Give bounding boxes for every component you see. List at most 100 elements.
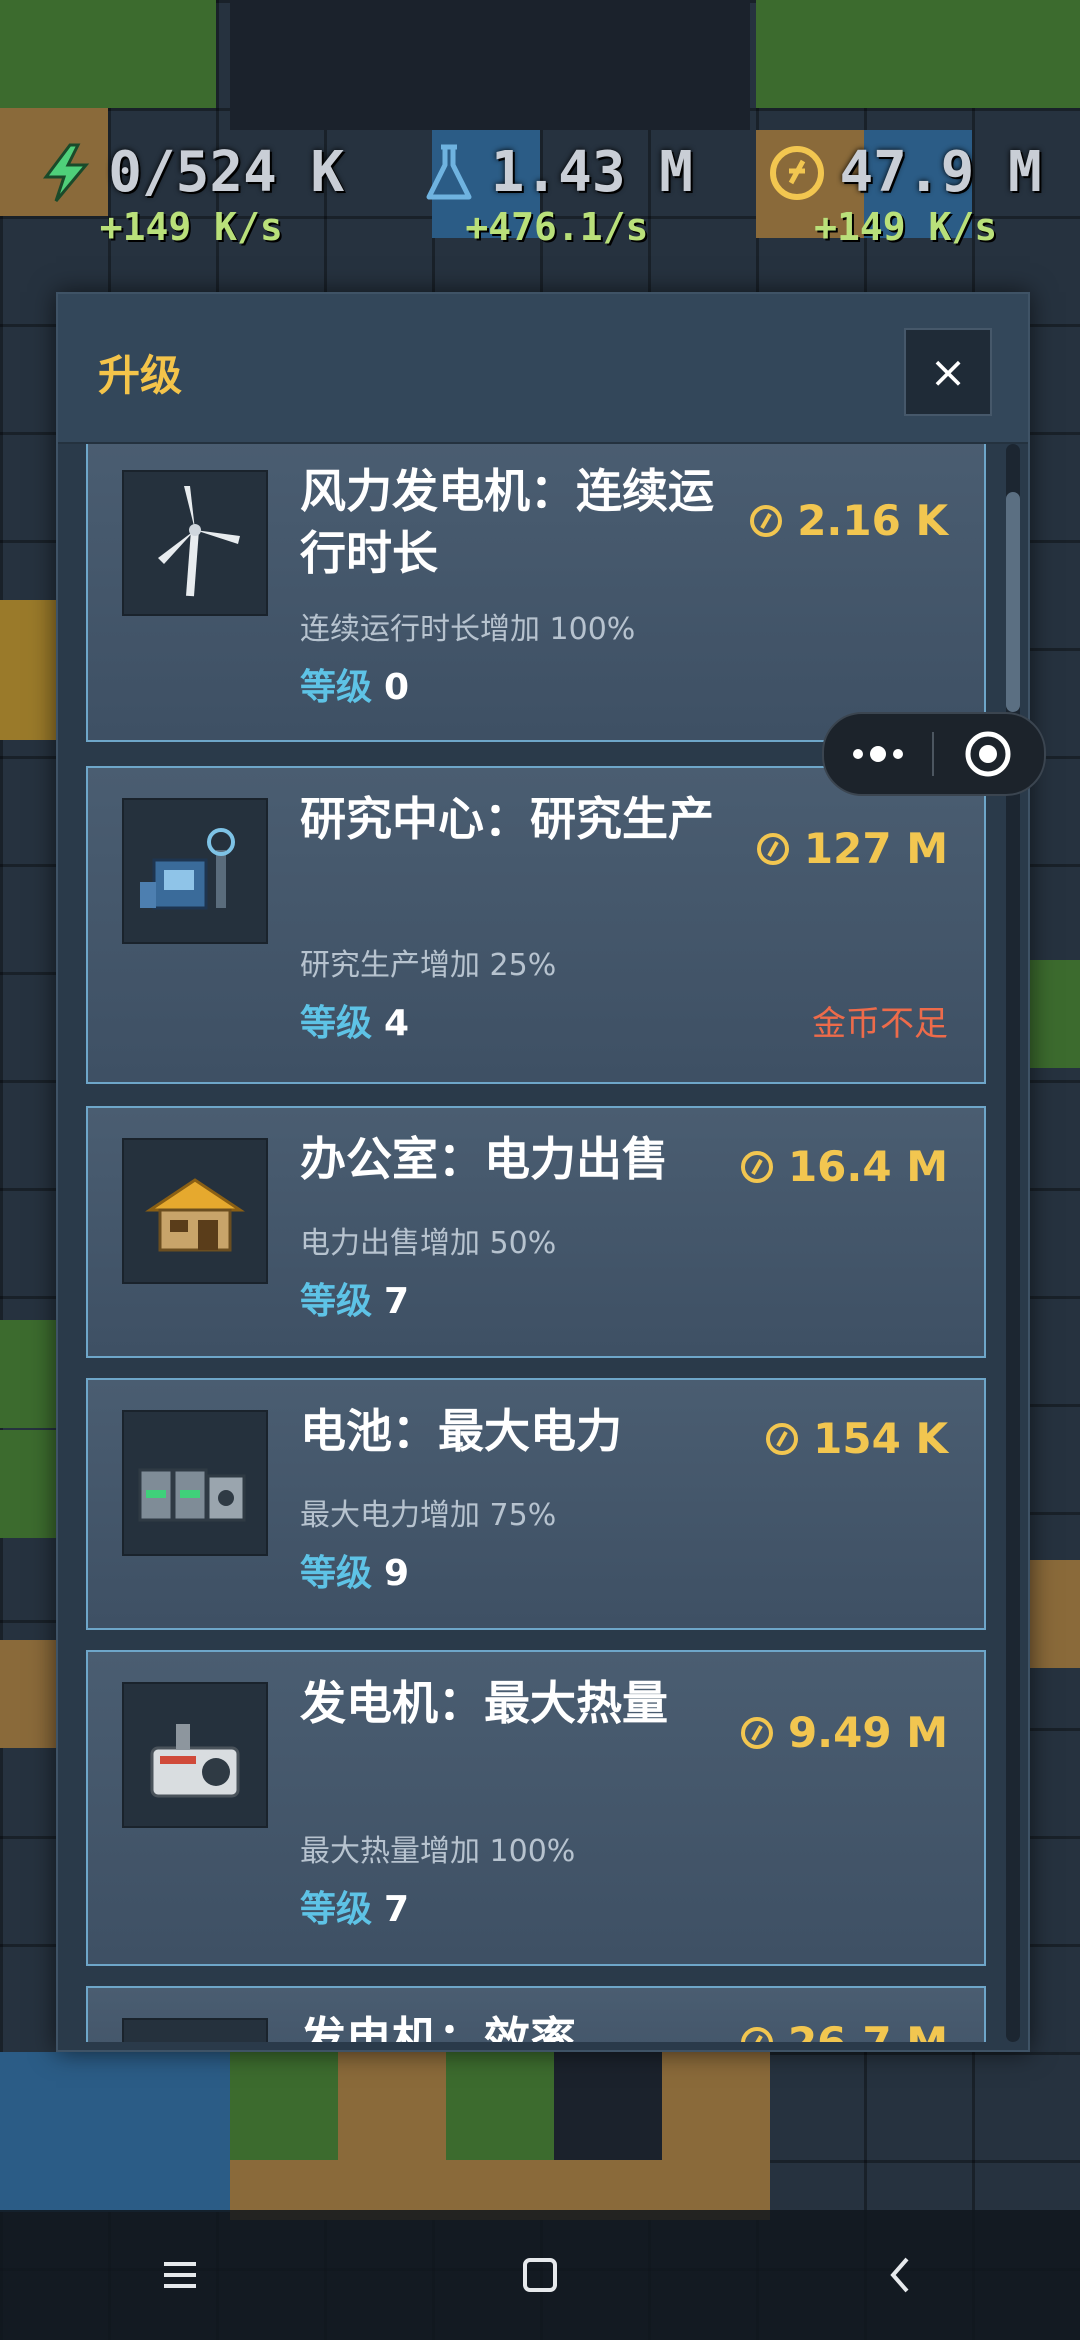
close-button[interactable]: × [904, 328, 992, 416]
upgrade-description: 最大电力增加 75% [300, 1498, 557, 1533]
map-tile [230, 2052, 338, 2160]
home-button[interactable] [480, 2235, 600, 2315]
map-tile [1026, 1560, 1080, 1668]
map-tile [662, 2052, 770, 2160]
home-square-icon [523, 2258, 557, 2292]
level-number: 7 [384, 1889, 410, 1930]
research-resource: 1.43 M +476.1/s [421, 140, 693, 249]
back-button[interactable] [840, 2235, 960, 2315]
level-number: 4 [384, 1003, 410, 1044]
map-tile [0, 2052, 230, 2212]
upgrade-level: 等级 9 [300, 1544, 409, 1596]
map-tile [108, 0, 216, 108]
price-text: 2.16 K [797, 496, 948, 545]
map-tile [1026, 960, 1080, 1068]
price-text: 127 M [803, 824, 948, 873]
research-center-icon [122, 798, 268, 944]
flask-icon [426, 144, 472, 199]
power-rate: +149 K/s [99, 205, 283, 249]
back-chevron-icon [890, 2257, 909, 2293]
lightning-icon [43, 143, 90, 202]
research-value: 1.43 M [490, 140, 693, 205]
upgrade-description: 电力出售增加 50% [300, 1226, 557, 1261]
upgrade-title: 发电机：最大热量 [300, 1676, 668, 1730]
upgrade-card-generator-efficiency[interactable]: 发电机：效率 26.7 M [86, 1986, 986, 2042]
map-tile [230, 0, 750, 130]
level-label: 等级 [300, 667, 373, 708]
level-label: 等级 [300, 1281, 373, 1322]
money-rate: +149 K/s [814, 205, 998, 249]
generator-icon [122, 2018, 268, 2042]
upgrade-card-generator-heat[interactable]: 发电机：最大热量 最大热量增加 100% 等级 7 9.49 M [86, 1650, 986, 1966]
upgrade-dialog: 升级 × 风力发电机：连续运行时长 连续运行时长增加 100% 等级 0 2.1… [56, 292, 1030, 2052]
coin-icon [740, 2026, 773, 2042]
map-tile [864, 0, 972, 108]
upgrade-title: 发电机：效率 [300, 2012, 576, 2042]
scrollbar-thumb[interactable] [1006, 492, 1020, 712]
menu-button[interactable] [120, 2235, 240, 2315]
research-rate: +476.1/s [465, 205, 649, 249]
upgrade-level: 等级 7 [300, 1272, 409, 1324]
coin-icon [756, 832, 789, 865]
power-value: 0/524 K [108, 140, 345, 205]
level-number: 7 [384, 1281, 410, 1322]
upgrade-card-research-center[interactable]: 研究中心：研究生产 研究生产增加 25% 等级 4 127 M 金币不足 [86, 766, 986, 1084]
target-icon [965, 731, 1011, 777]
money-value: 47.9 M [839, 140, 1042, 205]
coin-icon [740, 1150, 773, 1183]
upgrade-price[interactable]: 2.16 K [749, 496, 948, 545]
price-text: 16.4 M [787, 1142, 948, 1191]
coin-icon [750, 504, 783, 537]
upgrade-price[interactable]: 26.7 M [740, 2018, 948, 2042]
power-resource: 0/524 K +149 K/s [38, 140, 344, 249]
battery-icon [122, 1410, 268, 1556]
more-dots-icon [853, 746, 903, 762]
upgrade-price[interactable]: 9.49 M [740, 1708, 948, 1757]
upgrade-level: 等级 4 [300, 994, 409, 1046]
upgrade-level: 等级 7 [300, 1880, 409, 1932]
map-tile [338, 2052, 446, 2160]
map-tile [0, 0, 108, 108]
price-text: 9.49 M [787, 1708, 948, 1757]
upgrade-description: 研究生产增加 25% [300, 948, 557, 983]
upgrade-title: 风力发电机：连续运行时长 [300, 464, 714, 580]
office-icon [122, 1138, 268, 1284]
upgrade-title: 研究中心：研究生产 [300, 792, 714, 846]
upgrade-level: 等级 0 [300, 658, 409, 710]
map-tile [446, 2052, 554, 2160]
money-resource: 47.9 M +149 K/s [769, 140, 1042, 249]
upgrade-price[interactable]: 16.4 M [740, 1142, 948, 1191]
level-label: 等级 [300, 1003, 373, 1044]
upgrade-card-battery[interactable]: 电池：最大电力 最大电力增加 75% 等级 9 154 K [86, 1378, 986, 1630]
upgrade-title: 电池：最大电力 [300, 1404, 622, 1458]
more-button[interactable] [824, 744, 932, 764]
level-label: 等级 [300, 1553, 373, 1594]
map-tile [972, 0, 1080, 108]
coin-icon [770, 145, 825, 200]
upgrade-card-wind-turbine[interactable]: 风力发电机：连续运行时长 连续运行时长增加 100% 等级 0 2.16 K [86, 444, 986, 742]
upgrade-price[interactable]: 154 K [765, 1414, 948, 1463]
coin-icon [740, 1716, 773, 1749]
price-text: 154 K [813, 1414, 948, 1463]
resource-hud: 0/524 K +149 K/s 1.43 M +476.1/s 47.9 M … [0, 140, 1080, 280]
dialog-header: 升级 × [58, 294, 1028, 444]
map-tile [756, 0, 864, 108]
upgrade-card-office[interactable]: 办公室：电力出售 电力出售增加 50% 等级 7 16.4 M [86, 1106, 986, 1358]
menu-icon [164, 2262, 196, 2288]
upgrade-description: 最大热量增加 100% [300, 1834, 576, 1869]
wind-turbine-icon [122, 470, 268, 616]
insufficient-coins-warning: 金币不足 [812, 1004, 948, 1044]
level-number: 9 [384, 1553, 410, 1594]
level-number: 0 [384, 667, 410, 708]
upgrade-price[interactable]: 127 M [756, 824, 948, 873]
dialog-title: 升级 [98, 351, 183, 400]
upgrade-list[interactable]: 风力发电机：连续运行时长 连续运行时长增加 100% 等级 0 2.16 K 研… [86, 444, 1006, 2042]
system-navigation-bar [0, 2210, 1080, 2340]
upgrade-description: 连续运行时长增加 100% [300, 612, 636, 647]
scrollbar[interactable] [1006, 444, 1020, 2042]
miniprogram-capsule [822, 712, 1046, 796]
close-miniprogram-button[interactable] [934, 729, 1042, 779]
price-text: 26.7 M [788, 2018, 948, 2042]
upgrade-title: 办公室：电力出售 [300, 1132, 668, 1186]
generator-icon [122, 1682, 268, 1828]
